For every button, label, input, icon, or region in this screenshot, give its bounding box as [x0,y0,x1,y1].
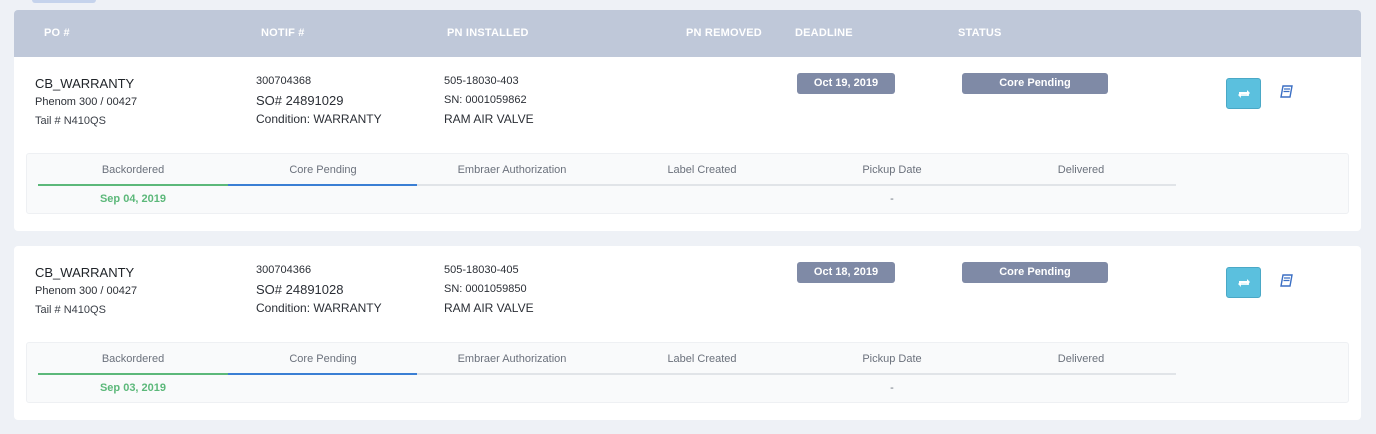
order-card: CB_WARRANTY Phenom 300 / 00427 Tail # N4… [14,246,1361,420]
book-button[interactable] [1280,274,1294,288]
progress-tracker: Backordered Core Pending Embraer Authori… [26,153,1349,214]
condition: Condition: WARRANTY [256,301,382,315]
refresh-icon [1238,279,1250,287]
book-button[interactable] [1280,85,1294,99]
book-icon [1280,85,1293,98]
progress-complete-segment [38,184,228,186]
part-description: RAM AIR VALVE [444,301,534,315]
step-embraer-authorization: Embraer Authorization [457,353,567,365]
header-deadline: DEADLINE [795,27,853,39]
refresh-button[interactable] [1226,78,1261,109]
header-status: STATUS [958,27,1002,39]
progress-tracker: Backordered Core Pending Embraer Authori… [26,342,1349,403]
part-number: 505-18030-403 [444,75,519,87]
step-label-created: Label Created [667,164,737,176]
step-delivered: Delivered [1057,353,1105,365]
notif-number: 300704366 [256,264,312,276]
step-backordered: Backordered [101,164,165,176]
po-number: CB_WARRANTY [35,76,135,91]
step-label-created: Label Created [667,353,737,365]
condition: Condition: WARRANTY [256,112,382,126]
notif-number: 300704368 [256,75,312,87]
step-pickup-date: Pickup Date [862,164,922,176]
header-notif: NOTIF # [261,27,305,39]
step-embraer-authorization: Embraer Authorization [457,164,567,176]
header-pn-installed: PN INSTALLED [447,27,529,39]
part-number: 505-18030-405 [444,264,519,276]
tail-number: Tail # N410QS [35,115,106,127]
tail-number: Tail # N410QS [35,304,106,316]
step-backordered: Backordered [101,353,165,365]
part-description: RAM AIR VALVE [444,112,534,126]
backordered-date: Sep 04, 2019 [99,193,167,205]
progress-current-segment [228,184,417,186]
pickup-date-value: - [890,382,894,394]
pickup-date-value: - [890,193,894,205]
refresh-icon [1238,90,1250,98]
so-number: SO# 24891028 [256,282,344,297]
step-core-pending: Core Pending [289,164,357,176]
deadline-badge: Oct 19, 2019 [797,73,895,94]
status-badge: Core Pending [962,262,1108,283]
step-core-pending: Core Pending [289,353,357,365]
order-card: CB_WARRANTY Phenom 300 / 00427 Tail # N4… [14,57,1361,231]
step-delivered: Delivered [1057,164,1105,176]
po-number: CB_WARRANTY [35,265,135,280]
serial-number: SN: 0001059862 [444,94,527,106]
header-po: PO # [44,27,70,39]
progress-current-segment [228,373,417,375]
status-badge: Core Pending [962,73,1108,94]
serial-number: SN: 0001059850 [444,283,527,295]
top-tab-indicator [32,0,96,3]
step-pickup-date: Pickup Date [862,353,922,365]
progress-complete-segment [38,373,228,375]
aircraft-info: Phenom 300 / 00427 [35,285,138,297]
table-header: PO # NOTIF # PN INSTALLED PN REMOVED DEA… [14,10,1361,57]
refresh-button[interactable] [1226,267,1261,298]
backordered-date: Sep 03, 2019 [99,382,167,394]
so-number: SO# 24891029 [256,93,344,108]
book-icon [1280,274,1293,287]
deadline-badge: Oct 18, 2019 [797,262,895,283]
aircraft-info: Phenom 300 / 00427 [35,96,138,108]
header-pn-removed: PN REMOVED [686,27,762,39]
